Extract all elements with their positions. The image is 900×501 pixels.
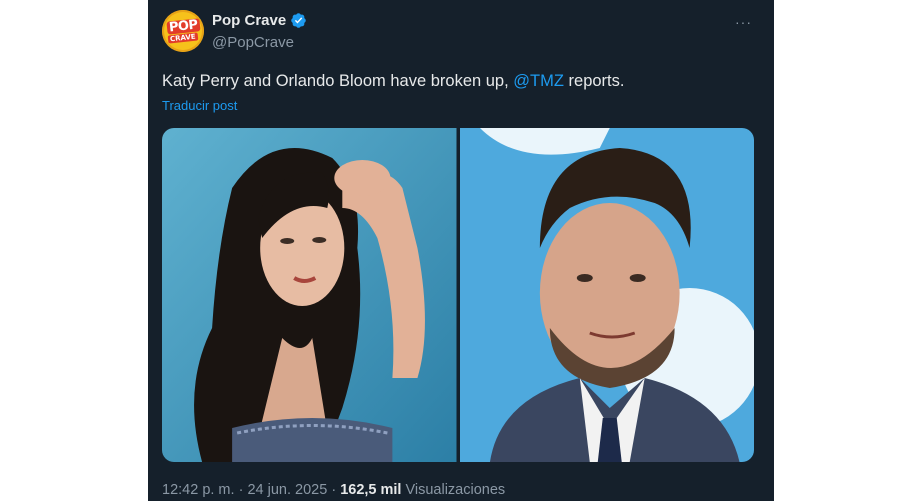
photo-woman-dark-hair[interactable] — [162, 128, 457, 462]
post-text-before: Katy Perry and Orlando Bloom have broken… — [162, 72, 514, 90]
meta-separator: · — [238, 482, 244, 498]
post-time[interactable]: 12:42 p. m. — [162, 482, 235, 498]
mention-link[interactable]: @TMZ — [513, 72, 564, 90]
photo-man-suit[interactable] — [459, 128, 754, 462]
more-options-icon[interactable]: ··· — [735, 14, 752, 30]
post-text: Katy Perry and Orlando Bloom have broken… — [162, 70, 762, 92]
translate-post-link[interactable]: Traducir post — [162, 98, 237, 113]
post-date[interactable]: 24 jun. 2025 — [247, 482, 327, 498]
post-card: POP CRAVE Pop Crave @PopCrave ··· Katy P… — [148, 0, 774, 501]
avatar[interactable]: POP CRAVE — [162, 10, 204, 52]
post-text-after: reports. — [563, 72, 625, 90]
post-meta: 12:42 p. m. · 24 jun. 2025 · 162,5 mil V… — [162, 482, 505, 498]
avatar-logo-bottom: CRAVE — [167, 32, 199, 44]
post-media — [162, 128, 754, 462]
verified-badge-icon[interactable] — [290, 12, 307, 29]
meta-separator-2: · — [331, 482, 337, 498]
author-name-row: Pop Crave — [212, 12, 307, 29]
author-handle[interactable]: @PopCrave — [212, 34, 294, 51]
views-label: Visualizaciones — [405, 482, 506, 498]
views-count: 162,5 mil — [340, 482, 402, 498]
author-display-name[interactable]: Pop Crave — [212, 12, 286, 29]
